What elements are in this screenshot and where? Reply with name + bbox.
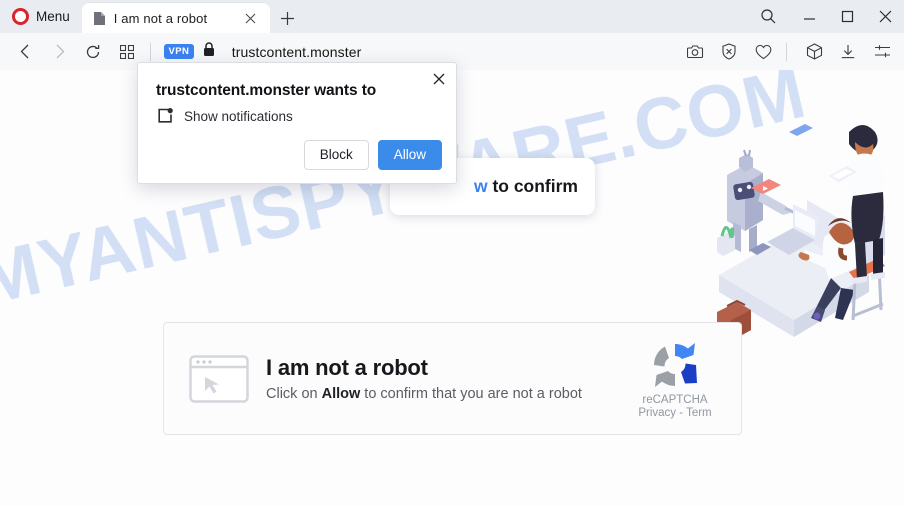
cube-icon[interactable] — [799, 37, 829, 67]
allow-button[interactable]: Allow — [377, 140, 442, 170]
captcha-body-prefix: Click on — [266, 386, 322, 402]
permission-label: Show notifications — [184, 108, 293, 124]
recaptcha-label: reCAPTCHA — [642, 393, 708, 406]
camera-icon[interactable] — [680, 37, 710, 67]
recaptcha-badge: reCAPTCHA Privacy - Term — [619, 339, 731, 419]
captcha-text-block: I am not a robot Click on Allow to confi… — [266, 355, 619, 402]
browser-window-cursor-icon — [189, 354, 249, 403]
tab-bar: Menu I am not a robot — [0, 0, 904, 33]
opera-menu-button[interactable]: Menu — [0, 0, 82, 33]
tab-title: I am not a robot — [113, 10, 208, 26]
reload-icon[interactable] — [78, 37, 108, 67]
window-controls — [746, 0, 904, 33]
address-bar[interactable]: VPN trustcontent.monster — [159, 39, 676, 65]
notification-permission-dialog: trustcontent.monster wants to Show notif… — [137, 62, 457, 184]
shield-x-icon[interactable] — [714, 37, 744, 67]
top-banner-text: w to confirm — [473, 176, 578, 196]
lock-icon[interactable] — [203, 41, 215, 62]
menu-label: Menu — [36, 9, 70, 24]
close-window-button[interactable] — [866, 0, 904, 33]
block-button[interactable]: Block — [303, 140, 369, 170]
permission-row: Show notifications — [156, 107, 293, 125]
tab-close-icon[interactable] — [240, 7, 262, 29]
vpn-badge[interactable]: VPN — [164, 43, 194, 60]
captcha-heading: I am not a robot — [266, 355, 428, 380]
recaptcha-logo — [649, 339, 701, 391]
captcha-body-suffix: to confirm that you are not a robot — [360, 386, 582, 402]
office-robot-workers-illustration — [689, 80, 904, 345]
maximize-button[interactable] — [828, 0, 866, 33]
toolbar-divider-right — [786, 42, 787, 61]
heart-icon[interactable] — [748, 37, 778, 67]
search-icon[interactable] — [746, 0, 790, 33]
close-icon[interactable] — [429, 69, 449, 89]
url-text: trustcontent.monster — [231, 43, 362, 60]
browser-window: Menu I am not a robot VPN trustcontent.m… — [0, 0, 904, 506]
toolbar-right-icons — [676, 37, 904, 67]
page-icon — [93, 11, 106, 26]
captcha-body: Click on Allow to confirm that you are n… — [266, 386, 619, 402]
toolbar-divider — [150, 42, 151, 61]
browser-tab[interactable]: I am not a robot — [81, 3, 270, 33]
opera-logo-icon — [12, 8, 29, 25]
download-icon[interactable] — [833, 37, 863, 67]
dialog-title: trustcontent.monster wants to — [156, 82, 377, 99]
minimize-button[interactable] — [790, 0, 828, 33]
notification-bell-icon — [156, 107, 174, 125]
captcha-card: I am not a robot Click on Allow to confi… — [163, 322, 742, 435]
dialog-actions: Block Allow — [303, 140, 442, 170]
forward-icon — [44, 37, 74, 67]
back-icon[interactable] — [10, 37, 40, 67]
new-tab-button[interactable] — [277, 7, 299, 29]
captcha-body-strong: Allow — [321, 386, 361, 402]
settings-sliders-icon[interactable] — [867, 37, 897, 67]
recaptcha-links[interactable]: Privacy - Term — [638, 407, 711, 419]
